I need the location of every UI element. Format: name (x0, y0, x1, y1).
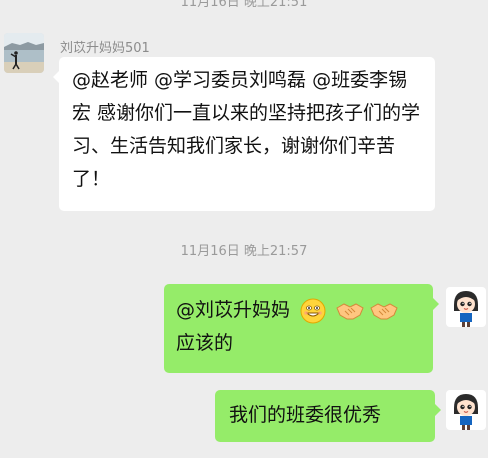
timestamp-top: 11月16日 晚上21:51 (180, 0, 308, 10)
contact-avatar[interactable] (4, 33, 44, 73)
bubble-tail (435, 404, 441, 416)
outgoing-message-bubble[interactable]: @刘苡升妈妈 应该的 (164, 284, 439, 373)
mention-text: @刘苡升妈妈 (176, 299, 291, 321)
bubble-tail (433, 298, 439, 310)
sender-name: 刘苡升妈妈501 (60, 41, 150, 56)
cartoon-girl-avatar-icon (446, 287, 486, 327)
grin-emoji-icon (300, 298, 326, 323)
outgoing-message-bubble[interactable]: 我们的班委很优秀 (215, 390, 441, 442)
timestamp-middle: 11月16日 晚上21:57 (180, 244, 308, 259)
message-text: 我们的班委很优秀 (229, 404, 382, 426)
incoming-message-bubble[interactable]: @赵老师 @学习委员刘鸣磊 @班委李锡宏 感谢你们一直以来的坚持把孩子们的学习、… (53, 57, 435, 211)
self-avatar[interactable] (446, 287, 486, 327)
message-text: @赵老师 @学习委员刘鸣磊 @班委李锡宏 感谢你们一直以来的坚持把孩子们的学习、… (72, 69, 421, 190)
handshake-emoji-icon (370, 302, 398, 319)
cartoon-girl-avatar-icon (446, 390, 486, 430)
lake-photo-avatar-icon (4, 33, 44, 73)
self-avatar[interactable] (446, 390, 486, 430)
message-text: 应该的 (176, 332, 234, 354)
handshake-emoji-icon (336, 302, 364, 319)
bubble-tail (53, 71, 59, 83)
